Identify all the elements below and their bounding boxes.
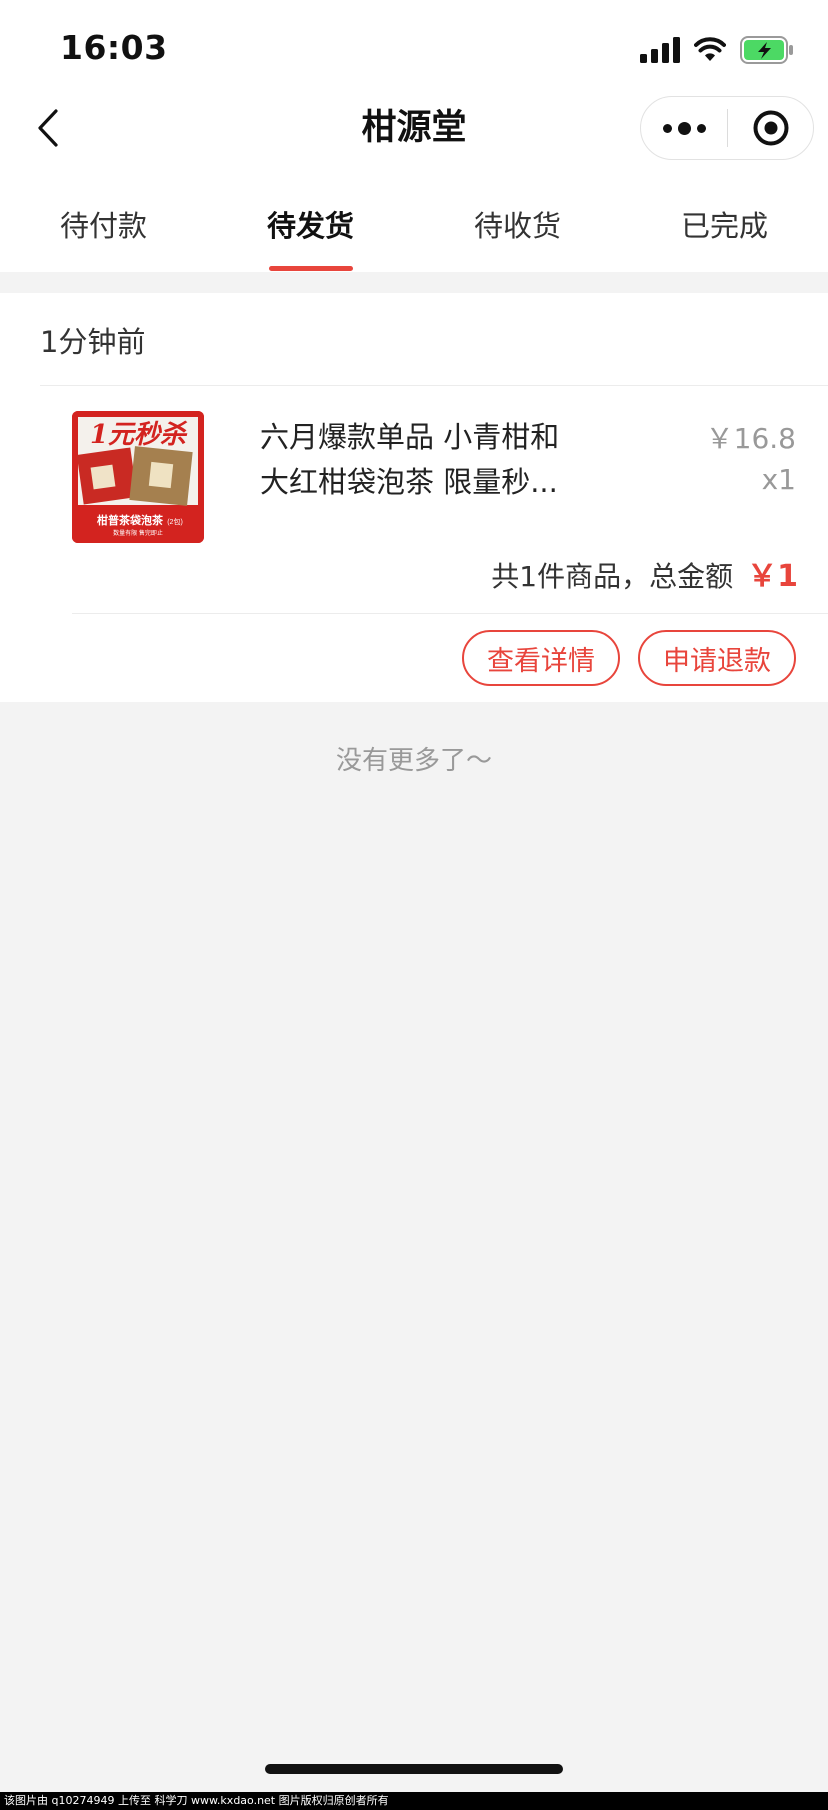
status-time: 16:03 [60,28,168,67]
tab-pending-shipment[interactable]: 待发货 [207,196,414,272]
close-mini-program-button[interactable] [728,97,813,159]
product-thumbnail[interactable]: 1元秒杀 柑普茶袋泡茶 (2包) 数量有限 售完即止 [72,411,204,543]
mini-program-capsule [640,96,814,160]
request-refund-button[interactable]: 申请退款 [638,630,796,686]
more-dot-icon [696,123,706,133]
divider [40,385,828,386]
tab-completed[interactable]: 已完成 [621,196,828,272]
product-image: 1元秒杀 柑普茶袋泡茶 (2包) 数量有限 售完即止 [72,411,204,543]
product-image-caption: 柑普茶袋泡茶 [97,513,164,527]
wifi-icon [694,37,726,61]
no-more-text: 没有更多了～ [335,746,492,776]
more-dot-icon [662,123,672,133]
product-title-line2: 大红柑袋泡茶 限量秒... [260,465,558,499]
order-status-tabs: 待付款 待发货 待收货 已完成 [0,196,828,272]
home-indicator[interactable] [265,1764,563,1774]
cellular-signal-icon [640,37,680,63]
view-details-button[interactable]: 查看详情 [462,630,620,686]
product-image-fineprint: 数量有限 售完即止 [113,529,163,537]
battery-charging-icon [740,36,793,64]
order-card[interactable]: 1分钟前 1元秒杀 柑普茶袋泡茶 (2包) 数量有限 售完即止 六月爆款单品 小… [0,293,828,702]
watermark-text: 该图片由 q10274949 上传至 科学刀 www.kxdao.net 图片版… [0,1792,828,1810]
tab-pending-payment[interactable]: 待付款 [0,196,207,272]
active-tab-indicator [269,266,353,271]
order-summary: 共1件商品，总金额 ￥1 [491,551,798,595]
order-time: 1分钟前 [40,325,146,359]
more-options-button[interactable] [641,97,727,159]
more-dot-icon [677,121,691,135]
product-title[interactable]: 六月爆款单品 小青柑和 大红柑袋泡茶 限量秒... [260,415,590,505]
unit-price: ￥16.8 [705,422,796,455]
summary-label: 共1件商品，总金额 [491,560,734,593]
product-title-line1: 六月爆款单品 小青柑和 [260,420,560,454]
tab-pending-receipt[interactable]: 待收货 [414,196,621,272]
product-image-caption-qty: (2包) [167,517,183,526]
total-amount: ￥1 [747,559,798,594]
target-circle-icon [753,110,788,146]
quantity: x1 [761,463,796,496]
status-icons [640,34,794,66]
product-image-headline: 1元秒杀 [90,420,188,450]
divider [72,613,828,614]
